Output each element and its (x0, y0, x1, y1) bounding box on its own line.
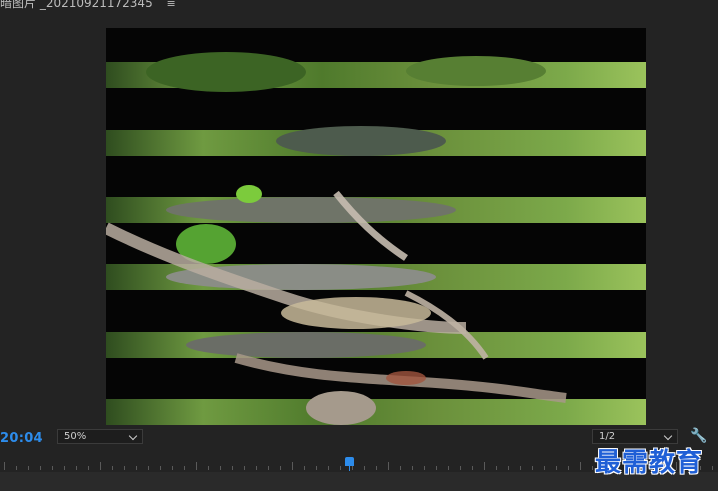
ruler-tick (100, 462, 101, 470)
ruler-tick (448, 466, 449, 470)
ruler-tick (112, 466, 113, 470)
playhead-timecode[interactable]: 20:04 (0, 431, 43, 446)
ruler-tick (52, 466, 53, 470)
ruler-tick (340, 466, 341, 470)
ruler-tick (412, 466, 413, 470)
ruler-tick (136, 466, 137, 470)
ruler-tick (16, 466, 17, 470)
ruler-tick (556, 466, 557, 470)
ruler-tick (712, 466, 713, 470)
sequence-title: 暗图片 _20210921172345 (0, 0, 153, 10)
ruler-tick (268, 466, 269, 470)
ruler-tick (280, 466, 281, 470)
chevron-down-icon (663, 431, 673, 441)
sequence-title-bar: 暗图片 _20210921172345 ≡ (0, 0, 176, 10)
ruler-tick (532, 466, 533, 470)
ruler-tick (28, 466, 29, 470)
ruler-tick (4, 462, 5, 470)
ruler-tick (220, 466, 221, 470)
ruler-tick (364, 466, 365, 470)
ruler-tick (64, 466, 65, 470)
ruler-tick (508, 466, 509, 470)
ruler-tick (568, 466, 569, 470)
ruler-tick (352, 466, 353, 470)
ruler-tick (424, 466, 425, 470)
ruler-tick (148, 466, 149, 470)
ruler-tick (232, 466, 233, 470)
ruler-tick (292, 462, 293, 470)
ruler-tick (496, 466, 497, 470)
ruler-tick (76, 466, 77, 470)
ruler-tick (328, 466, 329, 470)
ruler-tick (460, 466, 461, 470)
panel-menu-icon[interactable]: ≡ (167, 0, 176, 10)
ruler-tick (376, 466, 377, 470)
ruler-tick (484, 462, 485, 470)
ruler-tick (472, 466, 473, 470)
playhead-handle[interactable] (345, 457, 354, 471)
chevron-down-icon (128, 431, 138, 441)
ruler-tick (592, 466, 593, 470)
ruler-tick (88, 466, 89, 470)
ruler-tick (304, 466, 305, 470)
ruler-tick (184, 466, 185, 470)
ruler-tick (400, 466, 401, 470)
ruler-tick (196, 462, 197, 470)
ruler-tick (544, 466, 545, 470)
ruler-tick (388, 462, 389, 470)
ruler-tick (244, 466, 245, 470)
ruler-tick (316, 466, 317, 470)
ruler-tick (436, 466, 437, 470)
ruler-tick (256, 466, 257, 470)
ruler-tick (580, 462, 581, 470)
ruler-tick (160, 466, 161, 470)
zoom-level-select[interactable]: 50% (57, 429, 143, 444)
zoom-level-value: 50% (64, 431, 87, 442)
ruler-tick (40, 466, 41, 470)
ruler-tick (124, 466, 125, 470)
program-monitor-video (106, 28, 646, 425)
playback-resolution-value: 1/2 (599, 431, 616, 442)
ruler-tick (172, 466, 173, 470)
ruler-tick (520, 466, 521, 470)
ruler-tick (208, 466, 209, 470)
watermark-logo: 最需教育 (595, 448, 704, 478)
chameleon-branch-overlay (106, 190, 567, 403)
